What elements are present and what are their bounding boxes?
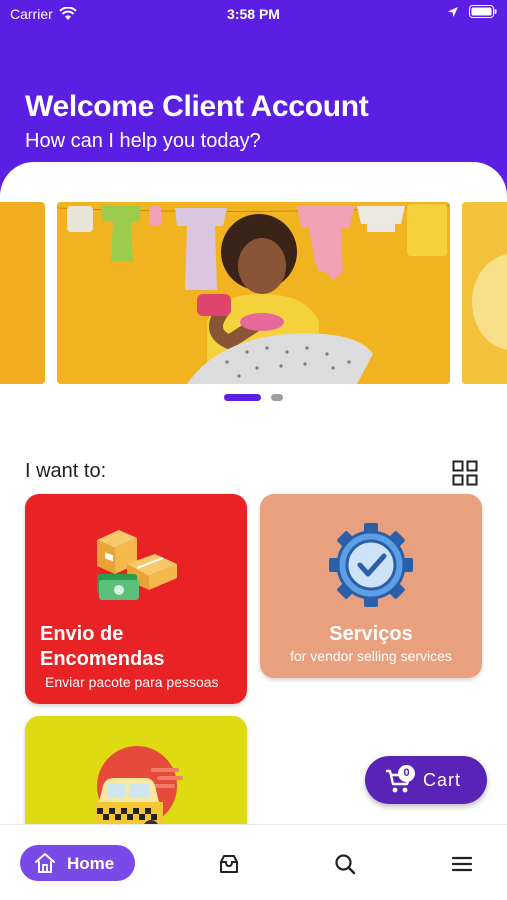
banner-image	[57, 202, 450, 384]
cart-label: Cart	[423, 770, 462, 790]
status-right	[447, 5, 497, 18]
carousel-slide-next[interactable]	[462, 202, 507, 384]
grid-icon[interactable]	[452, 460, 478, 486]
nav-home-label: Home	[67, 854, 115, 873]
card-envio-encomendas[interactable]: Envio de Encomendas Enviar pacote para p…	[25, 494, 247, 704]
welcome-title: Welcome Client Account	[25, 90, 369, 123]
menu-icon[interactable]	[451, 853, 473, 875]
card-servicos-subtitle: for vendor selling services	[290, 648, 452, 664]
bottom-nav: Home	[0, 824, 507, 900]
card-servicos[interactable]: Serviços for vendor selling services	[260, 494, 482, 678]
card-servicos-title: Serviços	[329, 623, 413, 645]
taxi-icon	[95, 746, 183, 836]
cart-count-badge: 0	[398, 765, 415, 782]
card-envio-title: Envio de Encomendas	[40, 622, 164, 672]
carousel-slide-active[interactable]	[57, 202, 450, 384]
carousel-dot-active[interactable]	[224, 394, 261, 401]
carousel-slide-prev[interactable]	[0, 202, 45, 384]
section-label: I want to:	[25, 460, 107, 482]
inbox-icon[interactable]	[218, 853, 240, 875]
card-taxi[interactable]	[25, 716, 247, 836]
home-icon	[35, 853, 55, 873]
card-envio-title-line2: Encomendas	[40, 648, 165, 670]
battery-icon	[469, 5, 497, 18]
cart-button[interactable]: 0 Cart	[365, 756, 487, 804]
status-bar: Carrier 3:58 PM	[0, 0, 507, 28]
location-arrow-icon	[448, 6, 458, 17]
card-envio-title-line1: Envio de	[40, 623, 124, 645]
card-envio-subtitle: Enviar pacote para pessoas	[45, 674, 219, 690]
packages-money-icon	[97, 530, 177, 600]
carousel-indicators	[0, 394, 507, 402]
carousel-dot[interactable]	[271, 394, 283, 401]
welcome-subtitle: How can I help you today?	[25, 130, 261, 152]
search-icon[interactable]	[334, 853, 356, 875]
banner-next-image	[462, 202, 507, 384]
status-time: 3:58 PM	[227, 6, 280, 22]
gear-check-icon	[329, 523, 413, 607]
nav-home-button[interactable]: Home	[20, 845, 135, 881]
